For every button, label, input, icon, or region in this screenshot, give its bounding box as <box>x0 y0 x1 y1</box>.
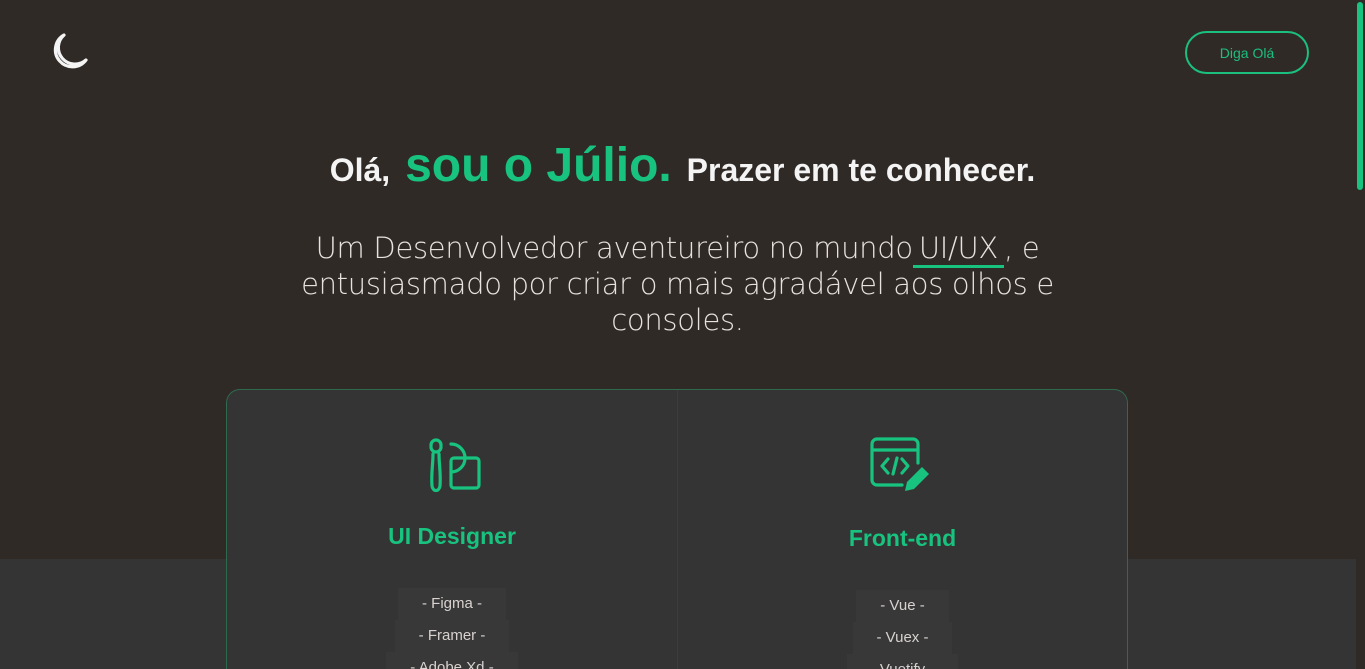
name-text: sou o Júlio. <box>405 139 672 192</box>
code-window-pen-icon <box>870 437 929 491</box>
skills-card: UI Designer - Figma - - Framer - - Adobe… <box>226 389 1128 669</box>
header: Diga Olá <box>0 0 1365 100</box>
skill-item: - Vuetify - <box>846 654 959 669</box>
front-end-column: Front-end - Vue - - Vuex - - Vuetify - <box>677 390 1127 669</box>
hero-subtitle: Um Desenvolvedor aventureiro no mundo UI/… <box>290 230 1065 338</box>
skill-item: - Adobe Xd - <box>386 652 518 669</box>
hero-headline: Olá, sou o Júlio. Prazer em te conhecer. <box>0 138 1365 193</box>
uiux-highlight: UI/UX <box>912 231 1004 268</box>
skill-item: - Vuex - <box>852 622 953 654</box>
skill-item: - Figma - <box>398 588 506 620</box>
tagline-text: Prazer em te conhecer. <box>686 152 1036 188</box>
brush-shapes-icon <box>429 438 481 493</box>
column-title: Front-end <box>848 525 957 551</box>
moon-icon[interactable] <box>46 30 90 74</box>
page: Diga Olá Olá, sou o Júlio. Prazer em te … <box>0 0 1365 669</box>
greeting-text: Olá, <box>329 152 391 188</box>
skills-list: - Vue - - Vuex - - Vuetify - <box>678 590 1127 669</box>
scrollbar[interactable] <box>1356 0 1365 669</box>
subtitle-pre: Um Desenvolvedor aventureiro no mundo <box>315 231 914 265</box>
column-title: UI Designer <box>388 523 516 549</box>
skill-item: - Framer - <box>394 620 510 652</box>
ui-designer-column: UI Designer - Figma - - Framer - - Adobe… <box>227 390 677 669</box>
skill-item: - Vue - <box>856 590 949 622</box>
skills-list: - Figma - - Framer - - Adobe Xd - <box>227 588 677 669</box>
say-hello-button[interactable]: Diga Olá <box>1185 31 1309 74</box>
scrollbar-thumb[interactable] <box>1357 2 1363 190</box>
